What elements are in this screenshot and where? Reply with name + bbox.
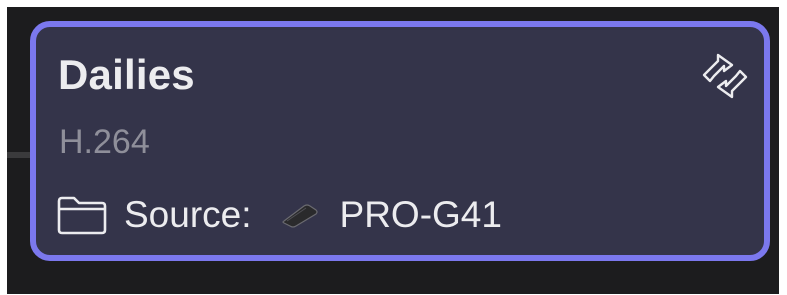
source-row: Source: PRO-G41 (56, 187, 502, 243)
drive-icon (281, 204, 318, 228)
dailies-card[interactable]: Dailies H.264 Source: PRO-G41 (30, 21, 770, 261)
source-device-name: PRO-G41 (339, 194, 502, 235)
card-title: Dailies (58, 51, 195, 98)
sync-icon[interactable] (698, 51, 752, 101)
folder-icon (57, 196, 107, 235)
codec-label: H.264 (59, 123, 150, 161)
source-label: Source: (124, 194, 252, 235)
